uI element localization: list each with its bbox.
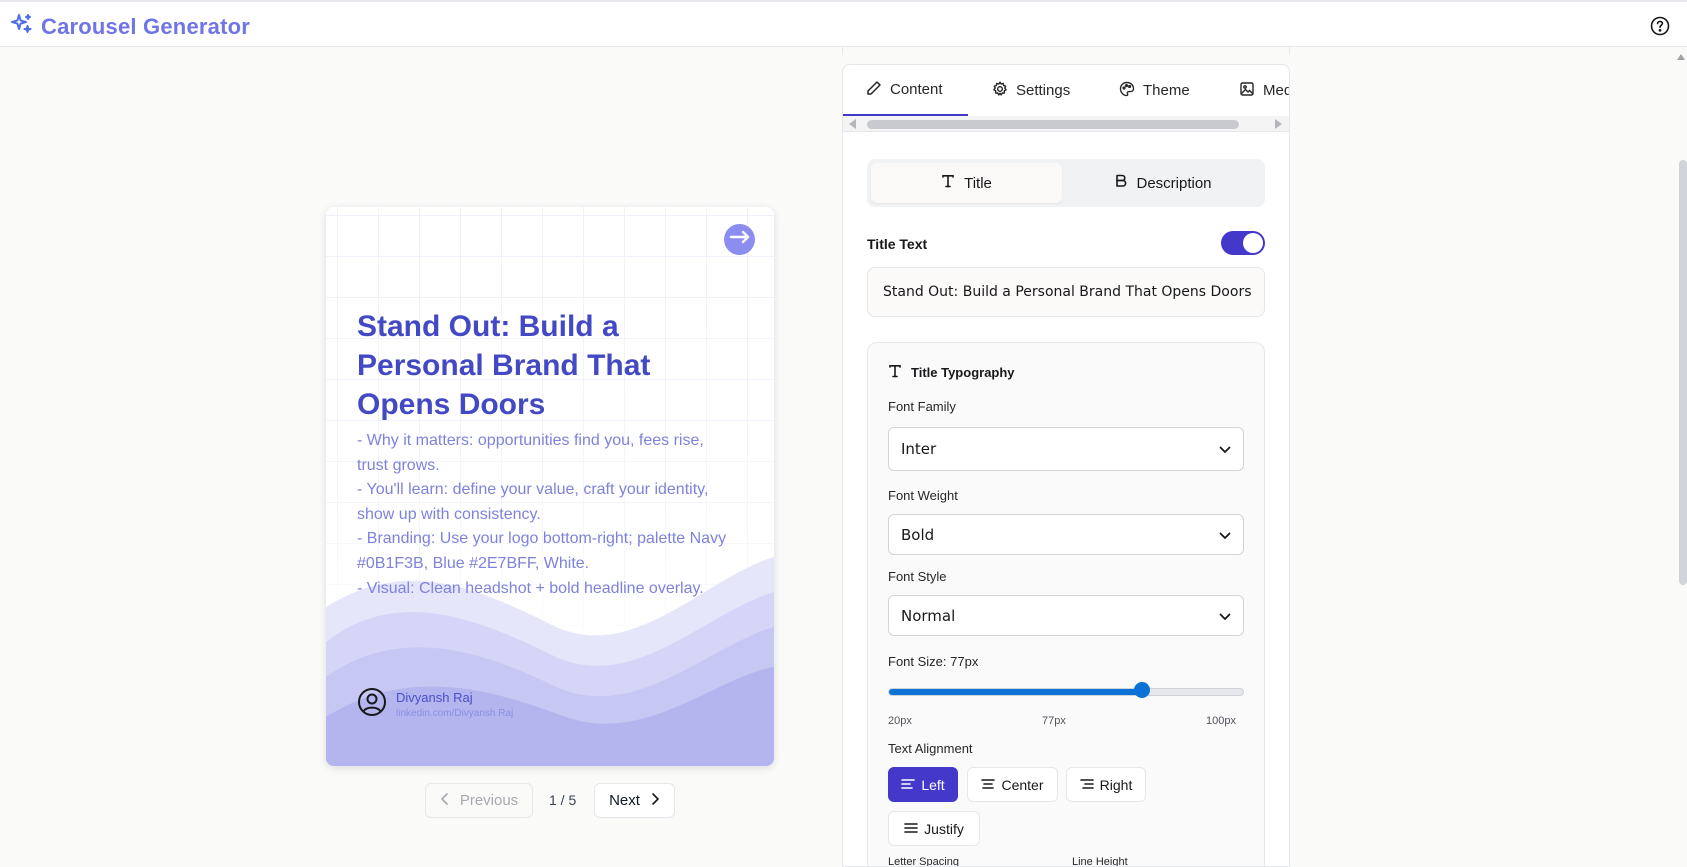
tab-label: Content — [890, 81, 943, 98]
chevron-left-icon — [440, 792, 450, 809]
author-name: Divyansh Raj — [396, 690, 473, 705]
previous-button[interactable]: Previous — [425, 783, 533, 818]
title-text-label: Title Text — [867, 236, 928, 252]
chevron-down-icon — [1219, 607, 1231, 625]
toggle-knob — [1243, 233, 1263, 253]
align-center-icon — [981, 777, 996, 793]
palette-icon — [1119, 81, 1135, 101]
title-typography-section: Title Typography Font Family Inter Font … — [867, 342, 1265, 867]
arrow-right-icon — [729, 230, 751, 249]
user-circle-icon — [357, 687, 387, 722]
font-style-value: Normal — [901, 606, 956, 625]
font-weight-label: Font Weight — [888, 488, 958, 503]
title-text-input[interactable]: Stand Out: Build a Personal Brand That O… — [867, 267, 1265, 317]
page-scrollbar-thumb[interactable] — [1679, 160, 1687, 585]
align-right-icon — [1079, 777, 1094, 793]
segment-label: Description — [1136, 174, 1212, 192]
title-text-toggle[interactable] — [1221, 231, 1265, 255]
author-block: Divyansh Raj linkedin.com/Divyansh Raj — [357, 687, 513, 722]
font-size-slider-thumb[interactable] — [1134, 682, 1150, 698]
help-circle-icon[interactable] — [1650, 16, 1670, 36]
segment-label: Title — [964, 174, 992, 192]
next-button[interactable]: Next — [594, 783, 675, 818]
editor-tabs: Content Settings Theme Med — [843, 65, 1290, 116]
tab-label: Settings — [1016, 82, 1071, 99]
panel-top-fragment — [842, 47, 1290, 55]
description-line: - Visual: Clean headshot + bold headline… — [357, 579, 704, 597]
typography-heading-label: Title Typography — [911, 365, 1015, 380]
font-size-slider-fill — [889, 689, 1141, 695]
tab-media[interactable]: Med — [1239, 65, 1290, 116]
scroll-left-arrow-icon[interactable] — [849, 119, 856, 129]
align-justify-button[interactable]: Justify — [888, 811, 980, 846]
line-height-label: Line Height — [1072, 856, 1128, 867]
segment-description[interactable]: Description — [1066, 163, 1261, 203]
align-right-button[interactable]: Right — [1066, 767, 1146, 802]
tab-label: Med — [1263, 82, 1290, 99]
font-style-select[interactable]: Normal — [888, 595, 1244, 636]
description-line: - Branding: Use your logo bottom-right; … — [357, 530, 727, 572]
description-line: - You'll learn: define your value, craft… — [357, 481, 709, 523]
editor-panel: Content Settings Theme Med Title Descrip… — [842, 64, 1290, 867]
tab-theme[interactable]: Theme — [1119, 65, 1201, 116]
tab-content[interactable]: Content — [843, 65, 968, 116]
font-size-current: 77px — [1042, 715, 1066, 727]
pencil-icon — [866, 80, 882, 100]
font-size-label: Font Size: 77px — [888, 654, 979, 669]
chevron-right-icon — [650, 792, 660, 809]
image-icon — [1239, 81, 1255, 101]
font-weight-value: Bold — [901, 525, 935, 544]
author-link: linkedin.com/Divyansh Raj — [396, 708, 514, 719]
sparkles-icon — [9, 12, 33, 41]
font-family-label: Font Family — [888, 399, 956, 414]
text-alignment-label: Text Alignment — [888, 741, 973, 756]
tabs-scrollbar-thumb[interactable] — [867, 120, 1239, 129]
align-label: Center — [1001, 776, 1044, 793]
align-label: Left — [921, 776, 945, 793]
content-segmented-control: Title Description — [867, 159, 1265, 207]
tab-settings[interactable]: Settings — [992, 65, 1087, 116]
font-size-max: 100px — [1206, 715, 1236, 727]
font-size-min: 20px — [888, 715, 912, 727]
align-left-button[interactable]: Left — [888, 767, 958, 802]
app-title: Carousel Generator — [41, 13, 251, 39]
font-family-select[interactable]: Inter — [888, 427, 1244, 471]
gear-icon — [992, 81, 1008, 101]
bold-b-icon — [1115, 174, 1127, 192]
chevron-down-icon — [1219, 440, 1231, 458]
scroll-right-arrow-icon[interactable] — [1275, 119, 1282, 129]
typography-heading: Title Typography — [888, 364, 1015, 381]
text-t-icon — [888, 364, 902, 381]
font-style-label: Font Style — [888, 569, 947, 584]
top-bar: Carousel Generator — [0, 0, 1687, 47]
segment-title[interactable]: Title — [871, 163, 1062, 203]
chevron-down-icon — [1219, 526, 1231, 544]
align-justify-icon — [904, 821, 918, 837]
slide-preview: Stand Out: Build a Personal Brand That O… — [326, 207, 774, 766]
scroll-up-arrow-icon[interactable] — [1677, 54, 1685, 60]
font-weight-select[interactable]: Bold — [888, 514, 1244, 555]
tab-label: Theme — [1143, 82, 1190, 99]
previous-label: Previous — [459, 792, 519, 809]
align-label: Justify — [924, 820, 964, 837]
align-left-icon — [901, 777, 916, 793]
description-line: - Why it matters: opportunities find you… — [357, 432, 704, 474]
tabs-scrollbar[interactable] — [843, 116, 1289, 132]
brand[interactable]: Carousel Generator — [9, 12, 250, 41]
text-t-icon — [941, 174, 955, 192]
next-label: Next — [609, 792, 640, 809]
align-center-button[interactable]: Center — [967, 767, 1058, 802]
font-family-value: Inter — [901, 440, 937, 458]
font-size-slider[interactable] — [888, 688, 1244, 696]
slide-next-arrow-button[interactable] — [724, 224, 755, 255]
slide-description: - Why it matters: opportunities find you… — [357, 429, 747, 601]
align-label: Right — [1099, 776, 1133, 793]
page-indicator: 1 / 5 — [549, 792, 577, 808]
letter-spacing-label: Letter Spacing — [888, 856, 959, 867]
slide-title: Stand Out: Build a Personal Brand That O… — [357, 310, 651, 421]
